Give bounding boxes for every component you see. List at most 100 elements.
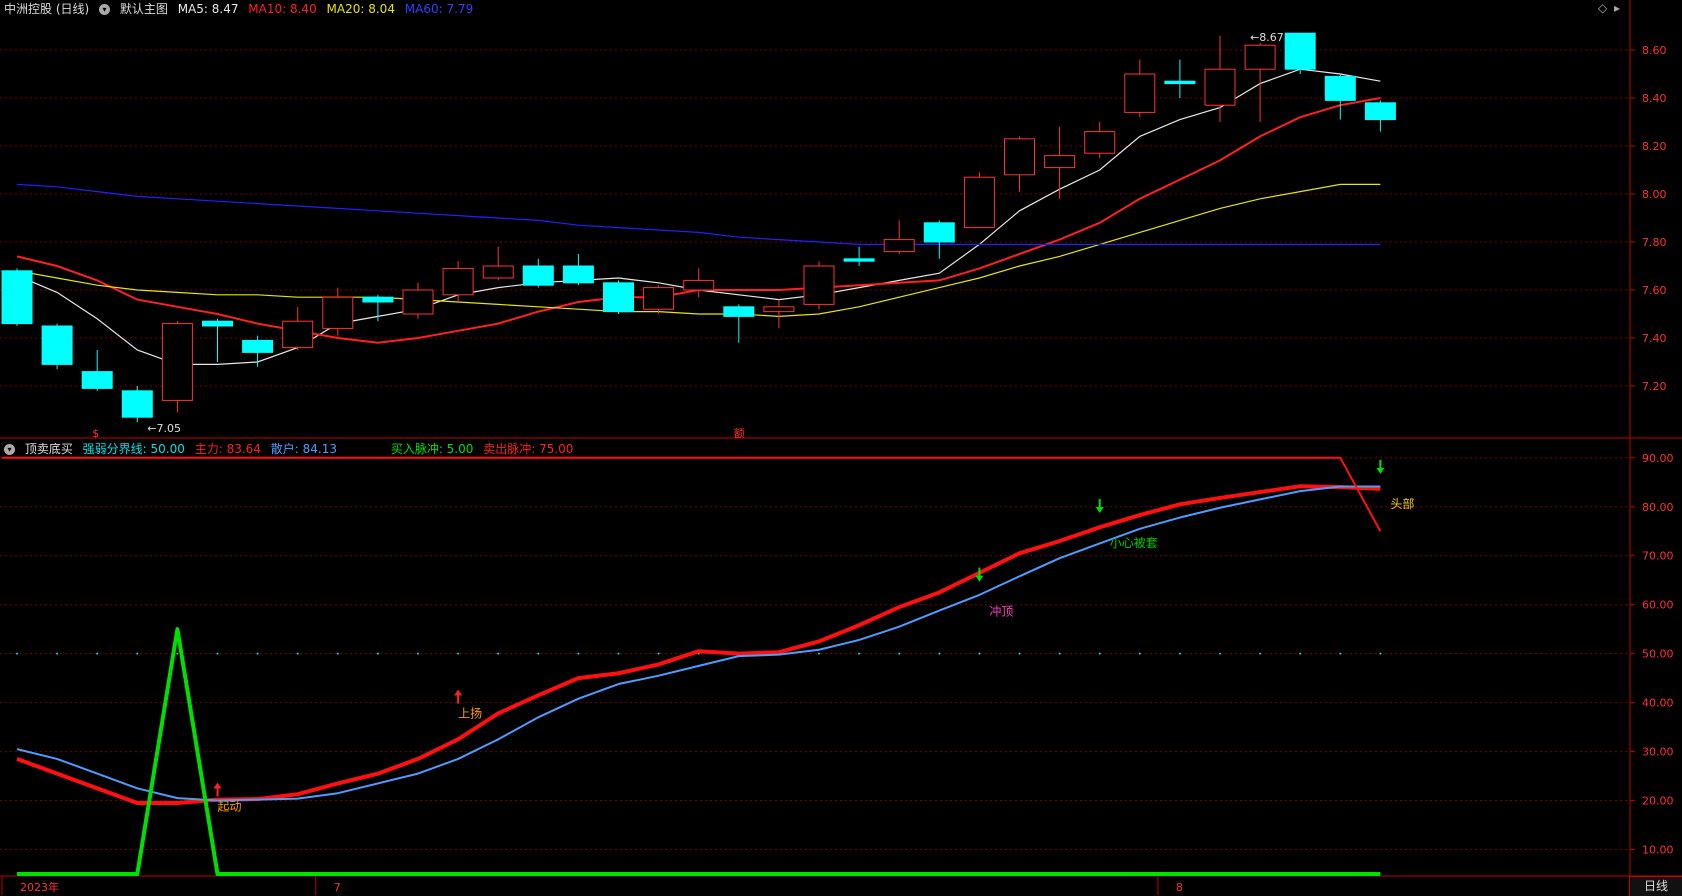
sub-y-tick-label: 80.00 — [1642, 501, 1674, 514]
threshold-dot — [1018, 652, 1021, 655]
candle-up — [402, 289, 434, 315]
main-y-tick-label: 7.60 — [1642, 284, 1667, 297]
candle-down — [1164, 80, 1196, 85]
threshold-dot — [1138, 652, 1141, 655]
threshold-dot — [617, 652, 620, 655]
candle-down — [562, 265, 594, 284]
arrow-down-icon — [1376, 459, 1385, 474]
stock-title[interactable]: 中洲控股 (日线) — [4, 2, 89, 16]
x-tick-label: 8 — [1176, 881, 1183, 894]
threshold-dot — [497, 652, 500, 655]
signal-mark: $ — [92, 427, 99, 440]
candle-up — [482, 265, 514, 279]
candle-up — [1044, 155, 1076, 169]
threshold-dot — [256, 652, 259, 655]
ma60-readout: MA60: 7.79 — [404, 2, 474, 16]
candle-down — [1324, 75, 1356, 101]
main-y-tick-label: 8.40 — [1642, 92, 1667, 105]
sub-y-tick-label: 30.00 — [1642, 746, 1674, 759]
candle-up — [1004, 138, 1035, 176]
template-label[interactable]: 默认主图 — [120, 2, 168, 16]
threshold-dot — [56, 652, 59, 655]
threshold-dot — [1219, 652, 1221, 655]
candle-up — [1124, 73, 1156, 113]
sub-y-tick-label: 50.00 — [1642, 648, 1674, 661]
main-y-tick-label: 8.00 — [1642, 188, 1667, 201]
sub-y-tick-label: 90.00 — [1642, 452, 1674, 465]
sub-y-tick-label: 70.00 — [1642, 550, 1674, 563]
candle-down — [242, 339, 274, 353]
period-tab-daily[interactable]: 日线 — [1629, 876, 1682, 896]
threshold-dot — [1379, 652, 1382, 655]
threshold-dot — [858, 652, 861, 655]
threshold-dot — [96, 652, 99, 655]
threshold-dot — [336, 652, 339, 655]
threshold-dot — [16, 652, 18, 655]
price-extreme-label: ←7.05 — [147, 422, 181, 435]
scroll-arrow-icon[interactable]: ▸ — [1614, 1, 1620, 15]
candle-down — [41, 325, 73, 365]
candle-down — [1284, 32, 1316, 70]
candle-up — [1084, 131, 1116, 154]
candle-up — [322, 296, 354, 329]
chevron-down-icon[interactable]: ▾ — [99, 4, 111, 15]
candle-up — [161, 323, 193, 401]
candle-down — [362, 296, 394, 303]
candle-up — [683, 279, 715, 291]
main-y-tick-label: 7.80 — [1642, 236, 1667, 249]
candle-up — [803, 265, 835, 305]
retail-readout: 散户: 84.13 — [270, 442, 337, 456]
threshold-dot — [1299, 652, 1302, 655]
candle-up — [883, 239, 915, 253]
threshold-dot — [457, 652, 460, 655]
threshold-dot — [577, 652, 580, 655]
ma5-readout: MA5: 8.47 — [177, 2, 239, 16]
signal-label: 头部 — [1390, 496, 1414, 511]
arrow-up-icon — [454, 689, 463, 704]
chevron-down-icon[interactable]: ▾ — [4, 444, 15, 455]
x-tick-label: 7 — [334, 881, 341, 894]
candle-up — [442, 267, 474, 296]
threshold-dot — [136, 652, 139, 655]
threshold-dot — [537, 652, 540, 655]
ma-line-ma60 — [16, 183, 1381, 245]
candle-down — [522, 265, 554, 286]
main-y-tick-label: 8.20 — [1642, 140, 1667, 153]
main-y-tick-label: 7.20 — [1642, 380, 1667, 393]
buy-pulse-readout: 买入脉冲: 5.00 — [390, 442, 474, 456]
retail-line — [16, 485, 1381, 802]
main-y-tick-label: 8.60 — [1642, 44, 1667, 57]
diamond-icon[interactable]: ◇ — [1598, 1, 1607, 15]
threshold-dot — [1098, 652, 1101, 655]
threshold-dot — [1259, 652, 1262, 655]
candle-down — [1, 270, 33, 325]
ma20-readout: MA20: 8.04 — [326, 2, 395, 16]
candle-up — [963, 176, 995, 229]
signal-label: 起动 — [218, 800, 242, 814]
main-chart-header: 中洲控股 (日线) ▾ 默认主图 MA5: 8.47 MA10: 8.40 MA… — [4, 0, 479, 17]
sub-y-tick-label: 40.00 — [1642, 697, 1674, 710]
candle-down — [603, 282, 634, 313]
candle-down — [81, 371, 113, 389]
candle-up — [643, 287, 675, 310]
sub-chart-header: ▾ 顶卖底买 强弱分界线: 50.00 主力: 83.64 散户: 84.13 … — [4, 440, 579, 457]
candle-up — [1204, 68, 1236, 106]
indicator-name[interactable]: 顶卖底买 — [25, 442, 73, 456]
main-force-readout: 主力: 83.64 — [194, 442, 261, 456]
candle-down — [723, 306, 755, 317]
ma-line-ma5 — [16, 68, 1381, 365]
candle-down — [202, 320, 233, 327]
threshold-dot — [417, 652, 419, 655]
threshold-dot — [1058, 652, 1061, 655]
ma-line-ma10 — [16, 97, 1381, 344]
candle-up — [282, 320, 314, 349]
threshold-dot — [216, 652, 219, 655]
signal-label: 冲顶 — [989, 604, 1013, 619]
threshold-dot — [176, 652, 179, 655]
candle-down — [1364, 102, 1396, 121]
ma10-readout: MA10: 8.40 — [248, 2, 317, 16]
sub-y-tick-label: 10.00 — [1642, 844, 1674, 857]
arrow-up-icon — [213, 782, 222, 797]
main-force-line — [16, 484, 1381, 805]
signal-mark: 额 — [734, 427, 745, 440]
